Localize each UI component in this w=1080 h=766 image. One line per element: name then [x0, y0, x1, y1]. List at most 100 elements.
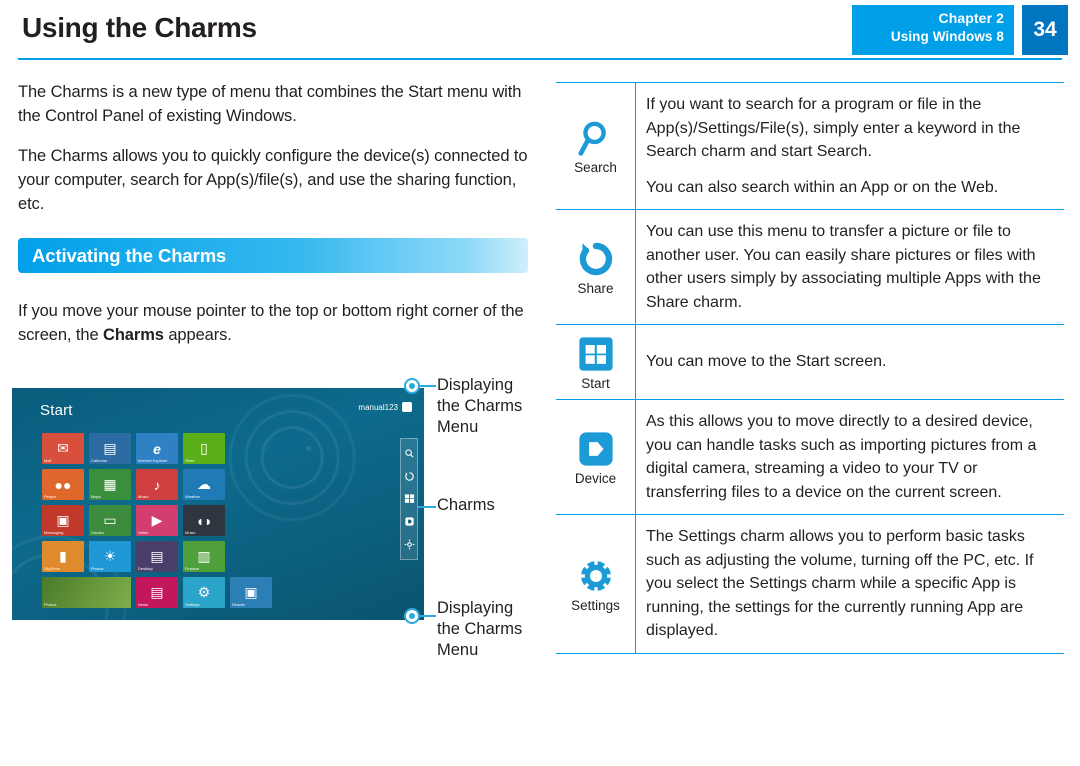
- table-row: Search If you want to search for a progr…: [556, 83, 1064, 210]
- callout-line-middle: [418, 506, 436, 508]
- charm-paragraph: If you want to search for a program or f…: [646, 96, 1021, 160]
- tile-maps: ▦ Maps: [89, 469, 131, 500]
- table-row: Device As this allows you to move direct…: [556, 400, 1064, 515]
- tile-internet-explorer: e Internet Explorer: [136, 433, 178, 464]
- settings-icon: [577, 557, 615, 595]
- tile-news: ▤ News: [136, 577, 178, 608]
- charm-description-device: As this allows you to move directly to a…: [636, 400, 1064, 514]
- charms-keyword: Charms: [103, 326, 164, 344]
- tile-caption: Games: [91, 530, 104, 535]
- charm-paragraph: You can use this menu to transfer a pict…: [646, 223, 1041, 311]
- tile-caption: People: [44, 494, 57, 499]
- tile-people: ●● People: [42, 469, 84, 500]
- tile-caption: Maps: [91, 494, 101, 499]
- section-heading-bar: Activating the Charms: [18, 238, 528, 273]
- charm-paragraph: As this allows you to move directly to a…: [646, 413, 1037, 501]
- callout-line-3: Menu: [437, 418, 479, 436]
- tile-skydrive: ▮ SkyDrive: [42, 541, 84, 572]
- tile-caption: Messaging: [44, 530, 64, 535]
- start-screen-title: Start: [40, 402, 73, 419]
- tile-settings: ⚙ Settings: [183, 577, 225, 608]
- device-icon[interactable]: [403, 515, 416, 528]
- charm-description-start: You can move to the Start screen.: [636, 325, 1064, 399]
- left-column: The Charms is a new type of menu that co…: [18, 80, 530, 363]
- callout-line-1: Displaying: [437, 376, 514, 394]
- user-name-label: manual123: [358, 402, 398, 412]
- callout-line-1: Charms: [437, 496, 495, 514]
- tile-finance: ▥ Finance: [183, 541, 225, 572]
- activating-paragraph-post: appears.: [163, 326, 232, 344]
- tile-row: ●● People ▦ Maps ♪ Music ☁ Weather: [42, 469, 302, 500]
- tile-caption: Mail: [44, 458, 52, 463]
- tile-music-player: ◖◗ Music: [183, 505, 225, 536]
- table-row: Share You can use this menu to transfer …: [556, 210, 1064, 325]
- tile-photos: ☀ Photos: [89, 541, 131, 572]
- chapter-badge: Chapter 2 Using Windows 8: [852, 5, 1014, 55]
- tile-caption: Music: [138, 494, 149, 499]
- tile-games: ▭ Games: [89, 505, 131, 536]
- callout-line-3: Menu: [437, 641, 479, 659]
- tile-music: ♪ Music: [136, 469, 178, 500]
- tile-caption: Store: [185, 458, 195, 463]
- callout-label-bottom: Displaying the Charms Menu: [437, 598, 537, 661]
- tile-reader: ▣ Reader: [230, 577, 272, 608]
- charm-description-search: If you want to search for a program or f…: [636, 83, 1064, 209]
- charms-description-table: Search If you want to search for a progr…: [556, 82, 1064, 654]
- callout-line-bottom: [420, 615, 436, 617]
- share-icon[interactable]: [403, 470, 416, 483]
- charm-icon-cell-settings: Settings: [556, 515, 636, 653]
- tile-caption: Video: [138, 530, 149, 535]
- charm-icon-cell-search: Search: [556, 83, 636, 209]
- tile-store: ▯ Store: [183, 433, 225, 464]
- share-icon: [578, 240, 614, 278]
- search-icon: [577, 119, 614, 157]
- callout-label-middle: Charms: [437, 495, 495, 516]
- charm-description-share: You can use this menu to transfer a pict…: [636, 210, 1064, 324]
- start-icon[interactable]: [403, 492, 416, 505]
- tile-caption: Photos: [91, 566, 104, 571]
- intro-paragraph-1: The Charms is a new type of menu that co…: [18, 83, 522, 125]
- tile-caption: SkyDrive: [44, 566, 61, 571]
- start-screen-mock: Start manual123 ✉ Mail ▤ Calendar e Interne…: [12, 388, 424, 620]
- table-row: Settings The Settings charm allows you t…: [556, 515, 1064, 653]
- page-number: 34: [1022, 5, 1068, 55]
- callout-label-top: Displaying the Charms Menu: [437, 375, 537, 438]
- tile-weather: ☁ Weather: [183, 469, 225, 500]
- tile-row: ▮ SkyDrive ☀ Photos ▤ Desktop ▥ Finance: [42, 541, 302, 572]
- tile-row: Photos ▤ News ⚙ Settings ▣ Reader: [42, 577, 302, 608]
- callout-line-2: the Charms: [437, 397, 523, 415]
- tile-caption: Settings: [185, 602, 200, 607]
- tile-row: ▣ Messaging ▭ Games ▶ Video ◖◗ Music: [42, 505, 302, 536]
- tile-grid: ✉ Mail ▤ Calendar e Internet Explorer ▯ Stor…: [42, 433, 302, 613]
- charm-name: Share: [577, 281, 614, 296]
- tile-messaging: ▣ Messaging: [42, 505, 84, 536]
- tile-caption: Internet Explorer: [138, 458, 168, 463]
- settings-icon[interactable]: [403, 538, 416, 551]
- chapter-subtitle: Using Windows 8: [890, 29, 1004, 44]
- activating-paragraph-pre: If you move your mouse pointer to the to…: [18, 302, 524, 344]
- page-title: Using the Charms: [22, 12, 257, 43]
- activating-paragraph: If you move your mouse pointer to the to…: [18, 299, 530, 347]
- tile-calendar: ▤ Calendar: [89, 433, 131, 464]
- callout-dot-bottom: [404, 608, 420, 624]
- start-screen-user: manual123: [358, 402, 412, 412]
- tile-caption: Finance: [185, 566, 200, 571]
- page-header: Using the Charms Chapter 2 Using Windows…: [0, 0, 1080, 60]
- tile-caption: Weather: [185, 494, 201, 499]
- search-icon[interactable]: [403, 447, 416, 460]
- charm-description-settings: The Settings charm allows you to perform…: [636, 515, 1064, 653]
- charms-bar[interactable]: [400, 438, 418, 560]
- tile-caption: Music: [185, 530, 196, 535]
- start-icon: [578, 335, 614, 373]
- charm-name: Settings: [571, 597, 620, 613]
- start-screen-illustration: Start manual123 ✉ Mail ▤ Calendar e Interne…: [12, 388, 424, 620]
- charm-paragraph: You can also search within an App or on …: [646, 178, 999, 196]
- device-icon: [578, 430, 614, 468]
- callout-dot-top: [404, 378, 420, 394]
- tile-caption: Desktop: [138, 566, 153, 571]
- avatar: [402, 402, 412, 412]
- tile-caption: Photos: [44, 602, 57, 607]
- callout-line-2: the Charms: [437, 620, 523, 638]
- charm-name: Search: [574, 160, 617, 175]
- tile-desktop: ▤ Desktop: [136, 541, 178, 572]
